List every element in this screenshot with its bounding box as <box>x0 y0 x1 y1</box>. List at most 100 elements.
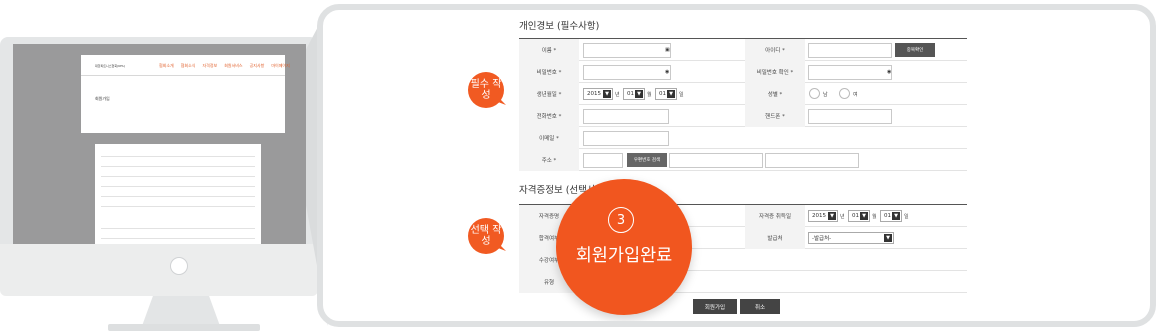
id-check-button[interactable]: 중복확인 <box>895 43 935 57</box>
zoom-panel: 개인경보 (필수사항) 이름 * ▣ 아이디 * 중복확인 비밀번호 * ◉ 비… <box>317 4 1156 327</box>
day-unit: 일 <box>679 91 684 98</box>
birth-label: 생년월일 * <box>519 83 579 105</box>
gender-label: 성별 * <box>745 83 805 105</box>
mini-form-row <box>101 196 255 197</box>
issuer-label: 발급처 <box>745 227 805 249</box>
mini-form-row <box>101 238 255 239</box>
address-detail-input[interactable] <box>765 153 859 168</box>
monitor-power-button <box>170 257 188 275</box>
form-row: 생년월일 * 2015 ▼ 년 01 ▼ 월 01 ▼ 일 성별 * 남 여 <box>519 83 967 105</box>
chevron-down-icon: ▼ <box>667 90 675 98</box>
gender-male-radio[interactable] <box>809 88 820 99</box>
acq-day-select[interactable]: 01 ▼ <box>880 210 902 222</box>
personal-section-title: 개인경보 (필수사항) <box>519 21 600 32</box>
mini-nav: 협회소개 협회소식 자격정보 회원서비스 공지사항 마이페이지 <box>159 63 290 69</box>
chevron-down-icon: ▼ <box>635 90 643 98</box>
password-icon: ◉ <box>887 69 892 75</box>
mini-divider <box>81 75 285 76</box>
chevron-down-icon: ▼ <box>603 90 611 98</box>
id-input[interactable] <box>808 43 892 58</box>
password-confirm-label: 비밀번호 확인 * <box>745 61 805 83</box>
monitor-base <box>108 324 260 331</box>
acquired-date-label: 자격증 취득일 <box>745 205 805 227</box>
step-complete-circle: 3 회원가입완료 <box>556 179 692 315</box>
password-icon: ◉ <box>665 69 670 75</box>
monitor-chin <box>0 244 318 296</box>
input-icon: ▣ <box>665 47 670 53</box>
birth-day-value: 01 <box>659 91 666 97</box>
form-row: 주소 * 우편번호 검색 <box>519 149 967 171</box>
gender-male-label: 남 <box>823 91 828 98</box>
email-label: 이메일 * <box>519 127 579 149</box>
mini-nav-item: 회원서비스 <box>224 63 243 68</box>
phone-input[interactable] <box>583 109 669 124</box>
step-number: 3 <box>608 207 634 233</box>
form-row: 이름 * ▣ 아이디 * 중복확인 <box>519 39 967 61</box>
mini-page-title: 회원가입 <box>95 96 110 101</box>
birth-day-select[interactable]: 01 ▼ <box>655 88 677 100</box>
birth-month-select[interactable]: 01 ▼ <box>623 88 645 100</box>
optional-badge: 선택 작성 <box>468 218 504 254</box>
chevron-down-icon: ▼ <box>828 212 836 220</box>
name-label: 이름 * <box>519 39 579 61</box>
mini-form-row <box>101 166 255 167</box>
mini-nav-item: 마이페이지 <box>271 63 290 68</box>
mini-form-row <box>101 206 255 207</box>
zipcode-input[interactable] <box>583 153 623 168</box>
mini-nav-item: 협회소개 <box>159 63 174 68</box>
birth-year-select[interactable]: 2015 ▼ <box>583 88 613 100</box>
form-row: 비밀번호 * ◉ 비밀번호 확인 * ◉ <box>519 61 967 83</box>
password-confirm-input[interactable] <box>808 65 892 80</box>
password-label: 비밀번호 * <box>519 61 579 83</box>
issuer-select[interactable]: -발급처- ▼ <box>808 232 894 244</box>
mini-page-header: 대한피트니스협회(KFA) 협회소개 협회소식 자격정보 회원서비스 공지사항 … <box>81 55 290 133</box>
mini-form-row <box>101 156 255 157</box>
email-input[interactable] <box>583 131 669 146</box>
phone-label: 전화번호 * <box>519 105 579 127</box>
birth-year-value: 2015 <box>587 91 601 97</box>
mini-form <box>95 144 261 244</box>
password-input[interactable] <box>583 65 671 80</box>
chevron-down-icon: ▼ <box>884 234 892 242</box>
mini-nav-item: 공지사항 <box>249 63 265 68</box>
step-label: 회원가입완료 <box>575 246 673 266</box>
day-unit: 일 <box>904 213 909 220</box>
mini-site-logo: 대한피트니스협회(KFA) <box>95 64 125 68</box>
required-badge: 필수 작성 <box>468 72 504 108</box>
mini-form-row <box>101 228 255 229</box>
mobile-input[interactable] <box>808 109 892 124</box>
address-input[interactable] <box>669 153 763 168</box>
issuer-select-value: -발급처- <box>812 236 832 242</box>
id-label: 아이디 * <box>745 39 805 61</box>
acq-year-select[interactable]: 2015 ▼ <box>808 210 838 222</box>
name-input[interactable] <box>583 43 671 58</box>
monitor-stand <box>142 296 220 326</box>
gender-female-radio[interactable] <box>839 88 850 99</box>
address-label: 주소 * <box>519 149 579 171</box>
acq-day-value: 01 <box>884 213 891 219</box>
mini-nav-item: 협회소식 <box>180 63 196 68</box>
acq-year-value: 2015 <box>812 213 826 219</box>
year-unit: 년 <box>840 213 845 220</box>
monitor-screen: 대한피트니스협회(KFA) 협회소개 협회소식 자격정보 회원서비스 공지사항 … <box>13 44 306 244</box>
mobile-label: 핸드폰 * <box>745 105 805 127</box>
month-unit: 월 <box>872 213 877 220</box>
acq-month-select[interactable]: 01 ▼ <box>848 210 870 222</box>
gender-female-label: 여 <box>853 91 858 98</box>
acq-month-value: 01 <box>852 213 859 219</box>
chevron-down-icon: ▼ <box>860 212 868 220</box>
chevron-down-icon: ▼ <box>892 212 900 220</box>
mini-form-row <box>101 186 255 187</box>
year-unit: 년 <box>615 91 620 98</box>
personal-form: 이름 * ▣ 아이디 * 중복확인 비밀번호 * ◉ 비밀번호 확인 * ◉ 생… <box>519 38 967 171</box>
monitor-illustration: 대한피트니스협회(KFA) 협회소개 협회소식 자격정보 회원서비스 공지사항 … <box>0 37 318 331</box>
form-row: 전화번호 * 핸드폰 * <box>519 105 967 127</box>
cancel-button[interactable]: 취소 <box>740 299 780 314</box>
month-unit: 월 <box>647 91 652 98</box>
zip-search-button[interactable]: 우편번호 검색 <box>627 153 667 167</box>
join-button[interactable]: 회원가입 <box>693 299 737 314</box>
birth-month-value: 01 <box>627 91 634 97</box>
mini-nav-item: 자격정보 <box>202 63 218 68</box>
form-row: 이메일 * <box>519 127 967 149</box>
mini-form-row <box>101 176 255 177</box>
